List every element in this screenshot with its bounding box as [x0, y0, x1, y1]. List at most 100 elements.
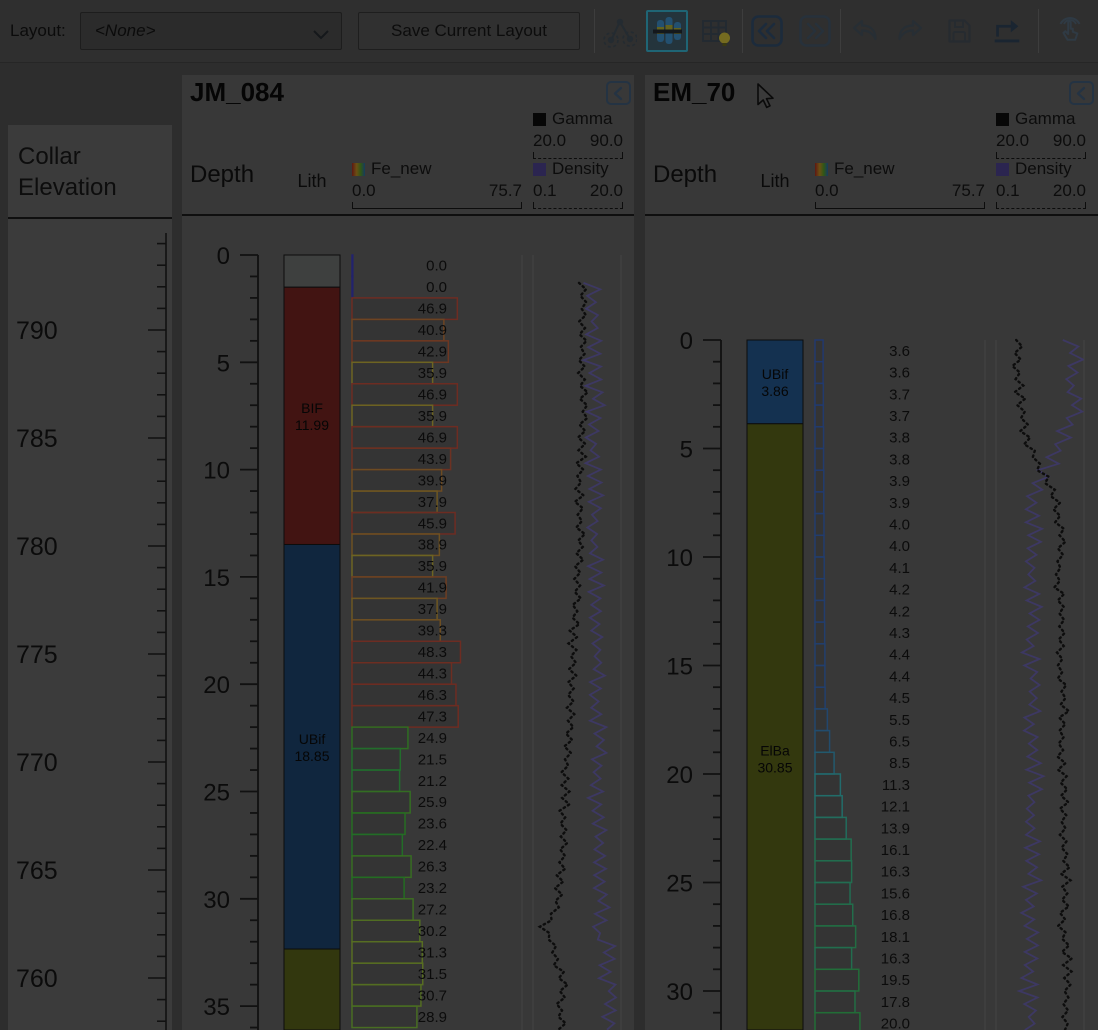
toolbar: Layout: <None> Save Current Layout [0, 0, 1098, 63]
fe-value-label: 0.0 [426, 279, 447, 296]
fe-bar [815, 861, 852, 883]
fe-value-label: 3.7 [889, 408, 910, 425]
layout-label: Layout: [10, 21, 66, 41]
toolbar-separator [594, 9, 595, 53]
fe-value-label: 0.0 [426, 258, 447, 275]
fe-bar [815, 644, 825, 666]
lith-column-header: Lith [284, 171, 340, 192]
fe-bar [815, 991, 855, 1013]
density-min: 0.1 [533, 181, 557, 201]
depth-tick-label: 15 [203, 565, 230, 592]
gamma-min: 20.0 [996, 131, 1029, 151]
gamma-label: Gamma [1015, 109, 1075, 129]
fe-value-label: 38.9 [418, 537, 447, 554]
fe-min: 0.0 [815, 181, 839, 201]
fe-value-label: 16.3 [881, 864, 910, 881]
lith-code-label: UBif [762, 366, 789, 382]
toolbar-separator [1038, 9, 1039, 53]
fe-value-label: 26.3 [418, 859, 447, 876]
expand-all-button[interactable] [797, 12, 833, 50]
depth-axis: 051015202530 [666, 328, 721, 1030]
collapse-panel-button[interactable] [606, 81, 631, 105]
fe-bar [352, 727, 408, 748]
fe-max: 75.7 [952, 181, 985, 201]
density-max: 20.0 [1053, 181, 1086, 201]
elevation-tick-label: 785 [16, 425, 58, 453]
fe-value-label: 8.5 [889, 755, 910, 772]
depth-tick-label: 10 [203, 458, 230, 485]
collapse-panel-button[interactable] [1069, 81, 1094, 105]
undo-button[interactable] [846, 12, 882, 50]
density-min: 0.1 [996, 181, 1020, 201]
tap-tool-button[interactable] [1052, 12, 1088, 50]
elevation-tick-label: 780 [16, 533, 58, 561]
fe-value-label: 30.7 [418, 987, 447, 1004]
depth-tick-label: 30 [666, 979, 693, 1006]
density-legend: Density 0.120.0 [533, 159, 623, 209]
gamma-scale-bracket [533, 152, 623, 159]
fe-value-label: 16.1 [881, 842, 910, 859]
fe-value-label: 45.9 [418, 515, 447, 532]
fe-scale-bracket [352, 202, 522, 209]
fe-value-label: 20.0 [881, 1016, 910, 1030]
collapse-all-icon [750, 14, 784, 48]
fe-bar-track: 0.00.046.940.942.935.946.935.946.943.939… [352, 255, 460, 1028]
density-curve [583, 283, 616, 1030]
redo-button[interactable] [893, 12, 929, 50]
fe-value-label: 3.8 [889, 430, 910, 447]
undo-icon [847, 14, 881, 48]
fe-bar [815, 709, 827, 731]
hole-panel-em70: EM_70 Gamma 20.090.0 Fe_new 0.075.7 Dens… [645, 75, 1098, 1030]
fe-value-label: 4.1 [889, 560, 910, 577]
fe-value-label: 46.9 [418, 386, 447, 403]
fe-bar [815, 340, 823, 362]
gamma-swatch [996, 113, 1009, 126]
fe-value-label: 15.6 [881, 885, 910, 902]
fe-value-label: 12.1 [881, 799, 910, 816]
fe-value-label: 17.8 [881, 994, 910, 1011]
fe-value-label: 21.2 [418, 773, 447, 790]
layout-dropdown[interactable]: <None> [80, 12, 342, 50]
log-view-button[interactable] [646, 10, 688, 52]
table-insight-button[interactable] [697, 12, 733, 50]
lith-thickness-label: 18.85 [294, 748, 329, 764]
depth-tick-label: 35 [203, 994, 230, 1021]
elevation-tick-label: 765 [16, 857, 58, 885]
fe-value-label: 13.9 [881, 820, 910, 837]
export-button[interactable] [989, 12, 1025, 50]
hole-title: EM_70 [653, 77, 735, 108]
fe-value-label: 43.9 [418, 451, 447, 468]
fe-bar [815, 839, 851, 861]
fe-value-label: 4.4 [889, 668, 910, 685]
fe-bar [352, 942, 422, 963]
log-tracks-svg: 051015202530UBif3.86ElBa30.853.63.63.73.… [645, 218, 1098, 1030]
fe-value-label: 35.9 [418, 558, 447, 575]
gamma-max: 90.0 [590, 131, 623, 151]
redo-icon [894, 14, 928, 48]
mouse-cursor [757, 83, 777, 116]
fe-value-label: 46.9 [418, 429, 447, 446]
fe-bar [815, 883, 850, 905]
fe-bar [352, 1006, 417, 1027]
fe-value-label: 3.7 [889, 386, 910, 403]
save-layout-button[interactable]: Save Current Layout [358, 12, 580, 50]
fe-bar [815, 405, 823, 427]
fe-bar [352, 963, 423, 984]
fe-value-label: 3.9 [889, 473, 910, 490]
elevation-tick-label: 790 [16, 317, 58, 345]
collapse-all-button[interactable] [749, 12, 785, 50]
fe-bar [352, 792, 410, 813]
collar-elevation-title: Collar Elevation [8, 125, 172, 219]
fe-value-label: 46.3 [418, 687, 447, 704]
fe-bar [815, 535, 824, 557]
density-swatch [533, 163, 546, 176]
fe-bar [815, 470, 824, 492]
depth-column-header: Depth [190, 161, 254, 189]
fe-bar-track: 3.63.63.73.73.83.83.93.94.04.04.14.24.24… [815, 340, 910, 1030]
node-graph-button[interactable] [602, 12, 638, 50]
fe-value-label: 4.0 [889, 516, 910, 533]
expand-all-icon [798, 14, 832, 48]
density-max: 20.0 [590, 181, 623, 201]
fe-bar [815, 622, 825, 644]
save-button[interactable] [941, 12, 977, 50]
